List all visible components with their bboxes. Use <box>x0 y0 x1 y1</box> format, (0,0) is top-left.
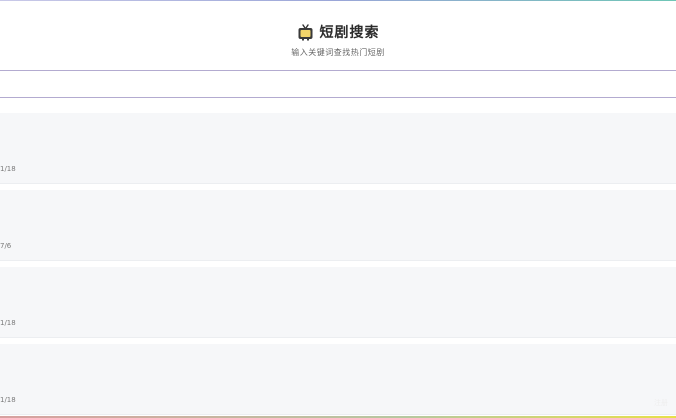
search-box[interactable] <box>0 70 676 99</box>
corner-mark: 注册 <box>654 399 668 407</box>
header: 短剧搜索 输入关键词查找热门短剧 <box>0 18 676 58</box>
page-subtitle: 输入关键词查找热门短剧 <box>291 48 385 57</box>
result-date: 1/18 <box>0 319 16 327</box>
result-card[interactable]: 1/18 <box>0 113 676 184</box>
title-row: 短剧搜索 <box>297 18 380 46</box>
result-card[interactable]: 1/18 <box>0 267 676 338</box>
top-accent-line <box>0 0 676 1</box>
result-card[interactable]: 1/18 <box>0 344 676 415</box>
result-date: 1/18 <box>0 396 16 404</box>
result-date: 7/6 <box>0 242 12 250</box>
result-card[interactable]: 7/6 <box>0 190 676 261</box>
search-input[interactable] <box>5 71 676 99</box>
results-list: 1/18 7/6 1/18 1/18 <box>0 113 676 418</box>
tv-icon <box>297 23 314 41</box>
result-date: 1/18 <box>0 165 16 173</box>
page: 短剧搜索 输入关键词查找热门短剧 1/18 7/6 1/18 1/18 注册 <box>0 0 676 418</box>
page-title: 短剧搜索 <box>319 25 380 41</box>
